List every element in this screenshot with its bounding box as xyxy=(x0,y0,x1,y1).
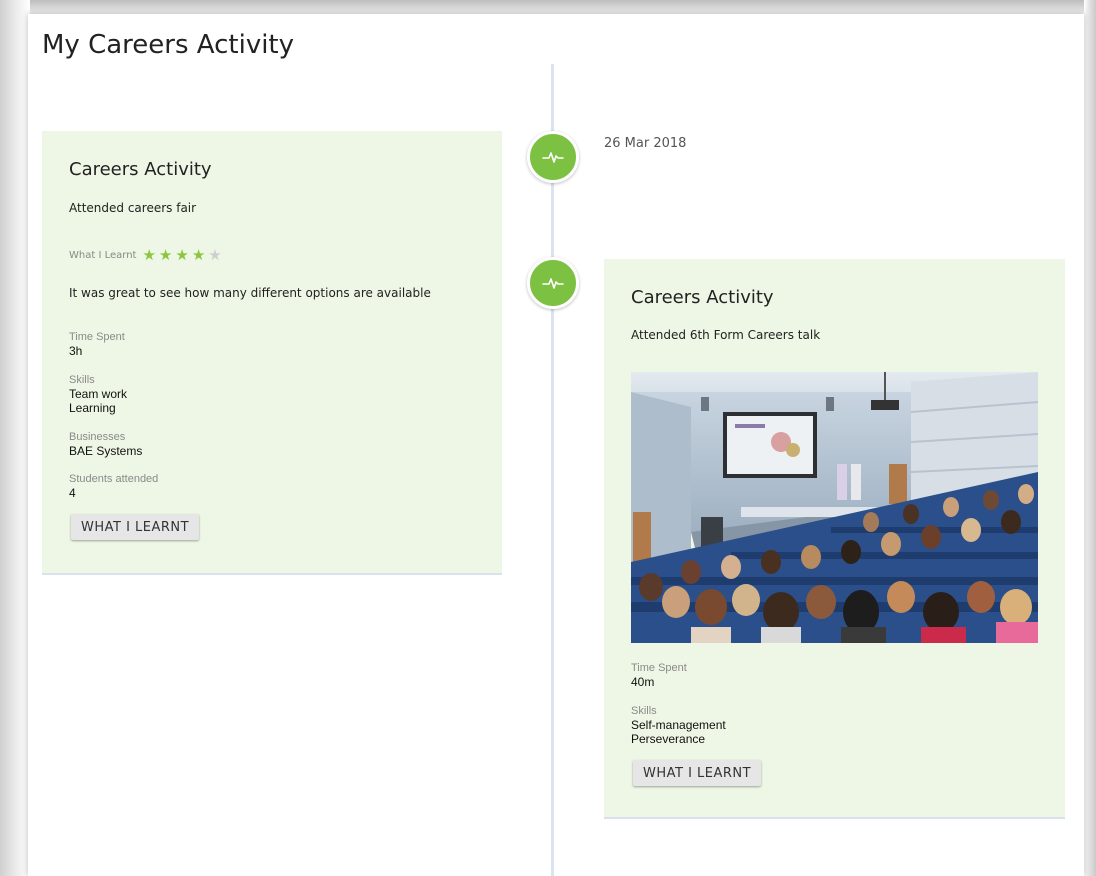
star-icon: ★ xyxy=(208,246,222,264)
field-value: Learning xyxy=(69,401,116,415)
window-shadow-right xyxy=(1084,0,1096,876)
field-value: 3h xyxy=(69,344,83,358)
rating-label: What I Learnt xyxy=(69,250,137,261)
window-shadow-left xyxy=(0,0,30,876)
field-value: 4 xyxy=(69,486,76,500)
activity-card-1: Careers Activity Attended careers fair W… xyxy=(42,131,502,575)
star-icon: ★ xyxy=(142,246,156,264)
field-label: Skills xyxy=(631,705,657,717)
what-i-learnt-button[interactable]: WHAT I LEARNT xyxy=(71,514,200,540)
star-rating: ★ ★ ★ ★ ★ xyxy=(142,248,221,263)
field-value: BAE Systems xyxy=(69,444,143,458)
card-title: Careers Activity xyxy=(69,159,212,180)
card-title: Careers Activity xyxy=(631,287,774,308)
field-label: Time Spent xyxy=(631,662,687,674)
timeline-dot-2 xyxy=(527,257,579,309)
time-spent-field: Time Spent 40m xyxy=(631,661,687,689)
activity-card-2: Careers Activity Attended 6th Form Caree… xyxy=(604,259,1065,819)
star-icon: ★ xyxy=(175,246,189,264)
learning-comment: It was great to see how many different o… xyxy=(69,286,431,300)
what-i-learnt-button[interactable]: WHAT I LEARNT xyxy=(633,760,762,786)
field-label: Skills xyxy=(69,374,95,386)
skills-field: Skills Team work Learning xyxy=(69,373,127,415)
card-description: Attended 6th Form Careers talk xyxy=(631,328,821,342)
field-label: Students attended xyxy=(69,473,159,485)
star-icon: ★ xyxy=(191,246,206,264)
time-spent-field: Time Spent 3h xyxy=(69,330,125,358)
pulse-icon xyxy=(542,152,564,163)
skills-field: Skills Self-management Perseverance xyxy=(631,704,726,746)
field-label: Businesses xyxy=(69,431,126,443)
field-value: Self-management xyxy=(631,718,726,732)
pulse-icon xyxy=(542,278,564,289)
page-title: My Careers Activity xyxy=(42,30,295,60)
field-value: Team work xyxy=(69,387,128,401)
lecture-hall-image xyxy=(631,372,1038,643)
timeline-line xyxy=(551,64,554,876)
field-label: Time Spent xyxy=(69,331,125,343)
businesses-field: Businesses BAE Systems xyxy=(69,430,142,458)
lecture-hall-photo xyxy=(631,372,1038,643)
timeline-date: 26 Mar 2018 xyxy=(604,136,687,151)
card-description: Attended careers fair xyxy=(69,201,197,215)
field-value: Perseverance xyxy=(631,732,706,746)
star-icon: ★ xyxy=(158,246,173,264)
field-value: 40m xyxy=(631,675,655,689)
timeline-dot-1 xyxy=(527,131,579,183)
rating-row: What I Learnt ★ ★ ★ ★ ★ xyxy=(69,248,222,263)
students-attended-field: Students attended 4 xyxy=(69,472,158,500)
